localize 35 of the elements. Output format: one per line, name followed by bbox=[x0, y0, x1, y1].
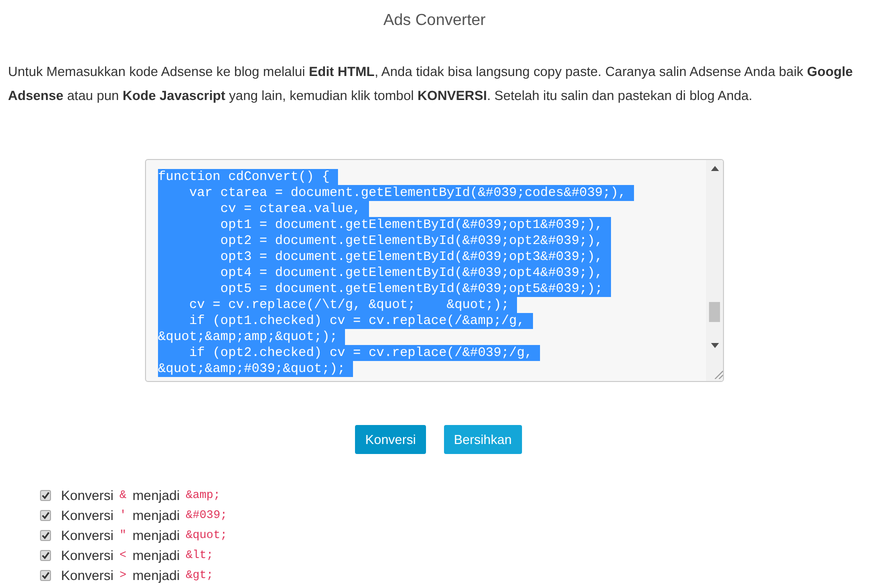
code-textarea[interactable] bbox=[145, 159, 724, 382]
option-label: Konversi bbox=[61, 528, 114, 542]
option-entity: &quot; bbox=[186, 528, 228, 542]
option-label: menjadi bbox=[132, 528, 180, 542]
option-label: menjadi bbox=[132, 568, 180, 582]
option-entity: &gt; bbox=[186, 568, 214, 582]
resize-grip-icon[interactable] bbox=[714, 370, 723, 379]
option-entity: &lt; bbox=[186, 548, 214, 562]
option-checkbox[interactable] bbox=[40, 550, 51, 560]
option-label: menjadi bbox=[132, 488, 180, 502]
option-entity: &#039; bbox=[186, 508, 228, 522]
option-label: Konversi bbox=[61, 488, 114, 502]
option-checkbox[interactable] bbox=[40, 490, 51, 500]
action-button[interactable]: Bersihkan bbox=[444, 425, 522, 454]
option-checkbox[interactable] bbox=[40, 570, 51, 580]
option-character: > bbox=[120, 568, 126, 582]
option-label: menjadi bbox=[132, 548, 180, 562]
option-checkbox[interactable] bbox=[40, 510, 51, 520]
option-label: Konversi bbox=[61, 508, 114, 522]
intro-paragraph: Untuk Memasukkan kode Adsense ke blog melalui Edit HTML, Anda tidak bisa langsung copy paste. Caranya salin Adsense Anda baik Google Adsense atau pun Kode Javascript yang lain, kemudian klik tombol KONVERSI. Setelah itu salin dan pastekan di blog Anda. bbox=[8, 63, 854, 105]
scroll-up-icon[interactable] bbox=[710, 166, 718, 171]
page-title: Ads Converter bbox=[382, 11, 487, 30]
option-label: Konversi bbox=[61, 568, 114, 582]
scrollbar[interactable] bbox=[706, 160, 723, 381]
option-character: & bbox=[120, 488, 126, 502]
option-label: menjadi bbox=[132, 508, 180, 522]
option-character: < bbox=[120, 548, 126, 562]
option-character: ' bbox=[120, 508, 126, 522]
scroll-thumb[interactable] bbox=[709, 302, 720, 322]
action-button[interactable]: Konversi bbox=[355, 425, 426, 454]
option-label: Konversi bbox=[61, 548, 114, 562]
option-checkbox[interactable] bbox=[40, 530, 51, 540]
option-entity: &amp; bbox=[186, 488, 220, 502]
option-character: " bbox=[120, 528, 126, 542]
scroll-down-icon[interactable] bbox=[710, 343, 718, 348]
